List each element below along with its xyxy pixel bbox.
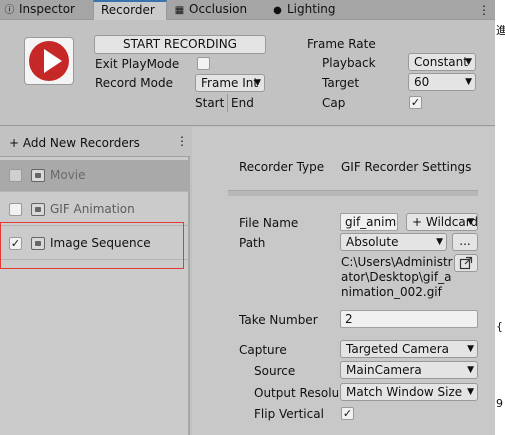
divider xyxy=(227,94,228,112)
wildcards-dropdown[interactable]: + Wildcard ▼ xyxy=(406,213,478,231)
cap-checkbox[interactable]: ✓ xyxy=(409,96,422,109)
file-name-label: File Name xyxy=(239,216,299,230)
recorder-item-label: Movie xyxy=(50,168,86,182)
tab-label: Lighting xyxy=(287,2,336,16)
edge-glyph: 進 xyxy=(496,24,505,37)
tab-occlusion[interactable]: ▦ Occlusion xyxy=(170,0,266,20)
tab-label: Inspector xyxy=(19,2,75,16)
cap-label: Cap xyxy=(322,96,346,110)
recorder-enable-checkbox[interactable] xyxy=(9,203,22,216)
exit-playmode-label: Exit PlayMode xyxy=(95,57,180,71)
chevron-down-icon: ▼ xyxy=(254,78,261,88)
path-label: Path xyxy=(239,236,266,250)
kebab-menu-icon[interactable]: ⋮ xyxy=(176,134,188,148)
recorder-item-label: GIF Animation xyxy=(50,202,135,216)
chevron-down-icon: ▼ xyxy=(465,77,472,87)
tab-label: Occlusion xyxy=(189,2,248,16)
tab-recorder[interactable]: Recorder xyxy=(93,0,167,20)
flip-vertical-checkbox[interactable]: ✓ xyxy=(341,407,354,420)
tab-bar: ⓘ Inspector Recorder ▦ Occlusion ● Lighting… xyxy=(0,0,505,20)
path-text-line: C:\Users\Administr xyxy=(341,255,453,269)
take-number-label: Take Number xyxy=(239,313,318,327)
take-number-input[interactable]: 2 xyxy=(340,310,478,328)
end-label: End xyxy=(231,96,254,110)
chevron-down-icon: ▼ xyxy=(467,365,474,375)
target-label: Target xyxy=(322,76,360,90)
occlusion-icon: ▦ xyxy=(174,5,185,16)
image-icon xyxy=(31,203,45,216)
recorder-type-label: Recorder Type xyxy=(239,160,325,174)
output-resolution-dropdown[interactable]: Match Window Size ▼ xyxy=(340,383,478,401)
browse-button[interactable]: ... xyxy=(452,233,478,251)
file-name-input[interactable]: gif_anima xyxy=(340,213,398,231)
chevron-down-icon: ▼ xyxy=(467,387,474,397)
record-mode-dropdown[interactable]: Frame Int ▼ xyxy=(195,74,265,92)
path-text-line: nimation_002.gif xyxy=(341,285,442,299)
flip-vertical-label: Flip Vertical xyxy=(254,407,324,421)
open-folder-button[interactable] xyxy=(454,254,478,272)
dropdown-value: 60 xyxy=(414,75,430,89)
recorder-list-header: + Add New Recorders ⋮ xyxy=(0,127,190,157)
chevron-down-icon: ▼ xyxy=(467,344,474,354)
section-divider xyxy=(228,190,478,196)
chevron-down-icon: ▼ xyxy=(467,217,474,227)
info-icon: ⓘ xyxy=(4,5,15,16)
highlight-outline xyxy=(0,222,184,269)
dropdown-value: MainCamera xyxy=(346,363,422,377)
tab-lighting[interactable]: ● Lighting xyxy=(268,0,368,20)
exit-playmode-checkbox[interactable] xyxy=(197,57,210,70)
recorder-enable-checkbox[interactable] xyxy=(9,169,22,182)
external-link-icon xyxy=(459,256,473,270)
lighting-icon: ● xyxy=(273,5,282,16)
tab-inspector[interactable]: ⓘ Inspector xyxy=(0,0,92,20)
record-button[interactable] xyxy=(24,37,74,85)
path-type-dropdown[interactable]: Absolute ▼ xyxy=(340,233,447,251)
recorder-item-movie[interactable]: Movie xyxy=(0,160,189,192)
chevron-down-icon: ▼ xyxy=(436,237,443,247)
dropdown-value: Constant xyxy=(414,55,468,69)
play-icon xyxy=(44,49,62,73)
capture-label: Capture xyxy=(239,343,287,357)
source-dropdown[interactable]: MainCamera ▼ xyxy=(340,361,478,379)
frame-rate-label: Frame Rate xyxy=(307,37,376,51)
tab-label: Recorder xyxy=(101,3,155,17)
target-dropdown[interactable]: 60 ▼ xyxy=(408,73,476,91)
playback-label: Playback xyxy=(322,56,376,70)
tab-bar-menu-icon[interactable]: ⋮ xyxy=(478,3,490,17)
dropdown-value: Match Window Size xyxy=(346,385,463,399)
record-mode-label: Record Mode xyxy=(95,76,173,90)
path-text-line: ator\Desktop\gif_a xyxy=(341,270,452,284)
chevron-down-icon: ▼ xyxy=(465,57,472,67)
dropdown-value: Absolute xyxy=(346,235,399,249)
start-label: Start xyxy=(195,96,225,110)
dropdown-value: Frame Int xyxy=(201,76,259,90)
add-new-recorders-button[interactable]: + Add New Recorders xyxy=(9,135,140,151)
playback-dropdown[interactable]: Constant ▼ xyxy=(408,53,476,71)
dropdown-value: Targeted Camera xyxy=(346,342,450,356)
adjacent-window-edge: 進 { 9 xyxy=(495,0,505,435)
edge-glyph: { xyxy=(496,320,503,333)
start-recording-button[interactable]: START RECORDING xyxy=(94,35,266,54)
output-resolution-label: Output Resolut xyxy=(254,386,338,400)
capture-dropdown[interactable]: Targeted Camera ▼ xyxy=(340,340,478,358)
source-label: Source xyxy=(254,364,296,378)
movie-icon xyxy=(31,169,45,182)
recorder-type-value: GIF Recorder Settings xyxy=(341,160,472,174)
edge-glyph: 9 xyxy=(496,397,503,410)
